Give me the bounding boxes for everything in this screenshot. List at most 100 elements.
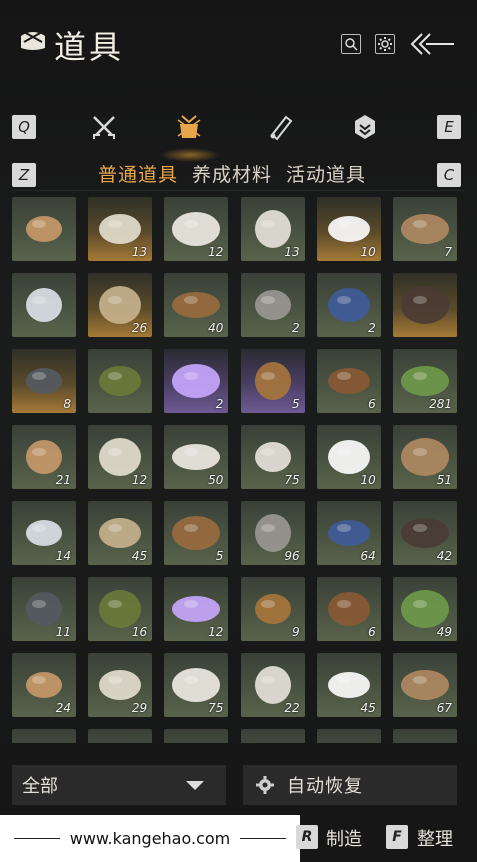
- item-slot[interactable]: 281: [393, 349, 457, 413]
- item-slot[interactable]: 22: [240, 653, 305, 717]
- item-quantity: 96: [284, 549, 300, 563]
- watermark-rule-right: [240, 838, 287, 839]
- item-slot[interactable]: 26: [88, 273, 153, 337]
- item-quantity: 10: [360, 245, 376, 259]
- gear-icon: [378, 37, 392, 51]
- item-slot[interactable]: [12, 273, 76, 337]
- rat-icon: [401, 286, 449, 324]
- item-slot-partial[interactable]: [12, 729, 76, 743]
- item-slot[interactable]: [393, 273, 457, 337]
- auto-restore-label: 自动恢复: [287, 776, 363, 797]
- craft-key[interactable]: R: [296, 825, 318, 849]
- item-slot-partial[interactable]: [393, 729, 457, 743]
- item-slot[interactable]: 9: [240, 577, 305, 641]
- item-slot[interactable]: 11: [12, 577, 76, 641]
- prev-tab-key[interactable]: Z: [12, 163, 36, 187]
- item-slot[interactable]: 50: [164, 425, 229, 489]
- item-slot[interactable]: 5: [240, 349, 305, 413]
- header: 道具: [0, 0, 477, 80]
- item-slot[interactable]: 40: [164, 273, 229, 337]
- item-slot[interactable]: 10: [316, 425, 381, 489]
- item-quantity: 12: [208, 625, 224, 639]
- tab-event-items[interactable]: 活动道具: [286, 160, 366, 188]
- crossed-swords-icon: [93, 116, 115, 139]
- sort-button[interactable]: 整理: [417, 825, 453, 851]
- sort-key[interactable]: F: [386, 825, 408, 849]
- item-quantity: 22: [284, 701, 300, 715]
- item-slot[interactable]: 7: [393, 197, 457, 261]
- item-slot[interactable]: 2: [164, 349, 229, 413]
- tab-bar: 普通道具 养成材料 活动道具: [98, 160, 366, 188]
- item-quantity: 5: [291, 397, 300, 411]
- category-weapons[interactable]: [89, 112, 119, 142]
- item-quantity: 10: [360, 473, 376, 487]
- item-quantity: 29: [131, 701, 148, 715]
- item-slot[interactable]: 45: [316, 653, 381, 717]
- next-tab-key[interactable]: C: [437, 163, 461, 187]
- category-tokens[interactable]: [350, 112, 380, 142]
- item-slot-partial[interactable]: [240, 729, 305, 743]
- item-slot[interactable]: 29: [88, 653, 153, 717]
- next-category-key[interactable]: E: [437, 115, 461, 139]
- item-slot[interactable]: 8: [12, 349, 76, 413]
- item-quantity: 7: [444, 245, 452, 259]
- item-quantity: 75: [284, 473, 300, 487]
- item-slot[interactable]: 21: [12, 425, 76, 489]
- filter-dropdown[interactable]: 全部: [12, 765, 226, 805]
- item-slot[interactable]: [88, 349, 153, 413]
- item-quantity: 5: [215, 549, 224, 563]
- item-quantity: 12: [131, 473, 148, 487]
- item-slot[interactable]: 5: [164, 501, 229, 565]
- back-arrow-icon[interactable]: [408, 30, 456, 58]
- item-slot[interactable]: 24: [12, 653, 76, 717]
- item-slot[interactable]: 12: [88, 425, 153, 489]
- item-grid: 13 12 13 10 7 26 40 2 2 8 2 5 6 281 21 12 50 75 10 51 14 45 5 9…: [12, 197, 464, 743]
- item-slot[interactable]: 2: [240, 273, 305, 337]
- item-quantity: 6: [368, 397, 376, 411]
- item-slot[interactable]: 75: [164, 653, 229, 717]
- filter-label: 全部: [22, 776, 58, 797]
- item-quantity: 67: [436, 701, 452, 715]
- item-quantity: 75: [208, 701, 224, 715]
- item-quantity: 40: [208, 321, 224, 335]
- item-slot[interactable]: 13: [88, 197, 153, 261]
- item-quantity: 8: [63, 397, 71, 411]
- tab-materials[interactable]: 养成材料: [192, 160, 272, 188]
- item-slot[interactable]: 6: [316, 577, 381, 641]
- item-quantity: 16: [131, 625, 148, 639]
- item-slot[interactable]: 42: [393, 501, 457, 565]
- item-slot[interactable]: 14: [12, 501, 76, 565]
- category-items[interactable]: [174, 112, 204, 142]
- auto-restore-button[interactable]: 自动恢复: [243, 765, 457, 805]
- item-slot[interactable]: 67: [393, 653, 457, 717]
- item-slot[interactable]: 51: [393, 425, 457, 489]
- item-slot[interactable]: 64: [316, 501, 381, 565]
- item-slot[interactable]: [12, 197, 76, 261]
- item-quantity: 2: [368, 321, 376, 335]
- item-slot-partial[interactable]: [88, 729, 153, 743]
- item-slot[interactable]: 45: [88, 501, 153, 565]
- footer: www.kangehao.com R 制造 F 整理: [0, 815, 477, 862]
- item-slot[interactable]: 6: [316, 349, 381, 413]
- item-slot[interactable]: 12: [164, 577, 229, 641]
- prev-category-key[interactable]: Q: [12, 115, 36, 139]
- item-slot[interactable]: 2: [316, 273, 381, 337]
- settings-button[interactable]: [375, 34, 395, 54]
- item-slot[interactable]: 16: [88, 577, 153, 641]
- item-quantity: 24: [55, 701, 71, 715]
- search-button[interactable]: [341, 34, 361, 54]
- tab-common-items[interactable]: 普通道具: [98, 160, 178, 188]
- bundle-icon: [21, 31, 45, 50]
- category-scrolls[interactable]: [265, 112, 295, 142]
- item-slot[interactable]: 96: [240, 501, 305, 565]
- item-slot[interactable]: 13: [240, 197, 305, 261]
- search-icon: [345, 38, 358, 51]
- craft-button[interactable]: 制造: [326, 825, 362, 851]
- item-slot[interactable]: 49: [393, 577, 457, 641]
- item-slot-partial[interactable]: [164, 729, 229, 743]
- item-slot[interactable]: 12: [164, 197, 229, 261]
- item-quantity: 21: [55, 473, 71, 487]
- item-slot[interactable]: 75: [240, 425, 305, 489]
- item-slot[interactable]: 10: [316, 197, 381, 261]
- item-slot-partial[interactable]: [316, 729, 381, 743]
